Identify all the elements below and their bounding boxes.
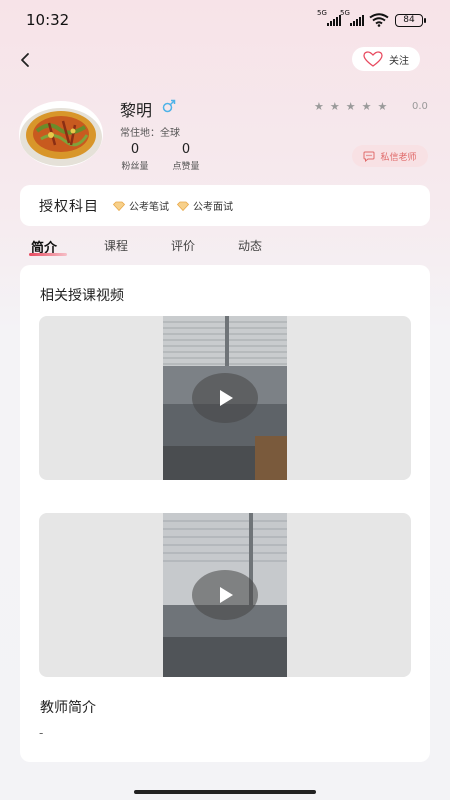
chat-icon <box>363 151 375 162</box>
video-thumbnail <box>163 316 287 480</box>
play-icon <box>220 390 233 406</box>
fans-count: 0 <box>130 142 140 157</box>
diamond-icon <box>177 201 189 211</box>
tab-reviews[interactable]: 评价 <box>171 237 195 254</box>
video-card[interactable] <box>39 513 411 677</box>
teacher-name: 黎明 <box>120 101 153 120</box>
active-tab-indicator <box>29 253 67 256</box>
star-icon: ★ <box>361 100 372 113</box>
subject-label: 公考笔试 <box>129 202 169 213</box>
male-icon <box>162 99 176 113</box>
video-thumbnail <box>163 513 287 677</box>
rating-value: 0.0 <box>412 101 428 112</box>
fans-label: 粉丝量 <box>121 162 149 172</box>
tab-activity[interactable]: 动态 <box>238 237 262 254</box>
subject-tag: 公考笔试 <box>113 198 169 213</box>
star-icon: ★ <box>377 100 388 113</box>
cellular-signal-icon: 5G <box>340 9 364 26</box>
back-button[interactable] <box>14 48 38 72</box>
likes-stat: 0 点赞量 <box>162 142 210 172</box>
video-card[interactable] <box>39 316 411 480</box>
wifi-icon <box>369 13 389 27</box>
message-teacher-button[interactable]: 私信老师 <box>352 145 428 167</box>
likes-count: 0 <box>181 142 191 157</box>
fans-stat: 0 粉丝量 <box>111 142 159 172</box>
home-indicator[interactable] <box>134 790 316 794</box>
play-button[interactable] <box>192 570 258 620</box>
subjects-title: 授权科目 <box>39 198 99 215</box>
subjects-card: 授权科目 公考笔试 公考面试 <box>20 185 430 226</box>
star-icon: ★ <box>314 100 324 113</box>
message-label: 私信老师 <box>380 152 417 163</box>
rating-stars: ★ ★ ★ ★ ★ <box>314 100 387 113</box>
tab-courses[interactable]: 课程 <box>104 237 128 254</box>
heart-icon <box>363 51 383 67</box>
intro-section-title: 教师简介 <box>40 700 96 716</box>
subject-label: 公考面试 <box>193 202 233 213</box>
diamond-icon <box>113 201 125 211</box>
avatar-image <box>19 101 103 167</box>
videos-section-title: 相关授课视频 <box>40 288 124 304</box>
star-icon: ★ <box>329 100 340 113</box>
likes-label: 点赞量 <box>172 162 200 172</box>
follow-button[interactable]: 关注 <box>352 47 420 71</box>
status-time: 10:32 <box>26 11 70 29</box>
intro-content-card: 相关授课视频 教师简介 - <box>20 265 430 762</box>
follow-label: 关注 <box>389 55 409 67</box>
subject-tag: 公考面试 <box>177 198 233 213</box>
teacher-location: 常住地：全球 <box>120 128 180 139</box>
battery-icon: 84 <box>395 14 426 27</box>
status-bar: 10:32 5G 5G 84 <box>0 0 450 40</box>
star-icon: ★ <box>345 100 356 113</box>
cellular-signal-icon: 5G <box>317 9 341 26</box>
play-icon <box>220 587 233 603</box>
avatar[interactable] <box>19 101 103 167</box>
play-button[interactable] <box>192 373 258 423</box>
intro-text: - <box>39 726 44 740</box>
